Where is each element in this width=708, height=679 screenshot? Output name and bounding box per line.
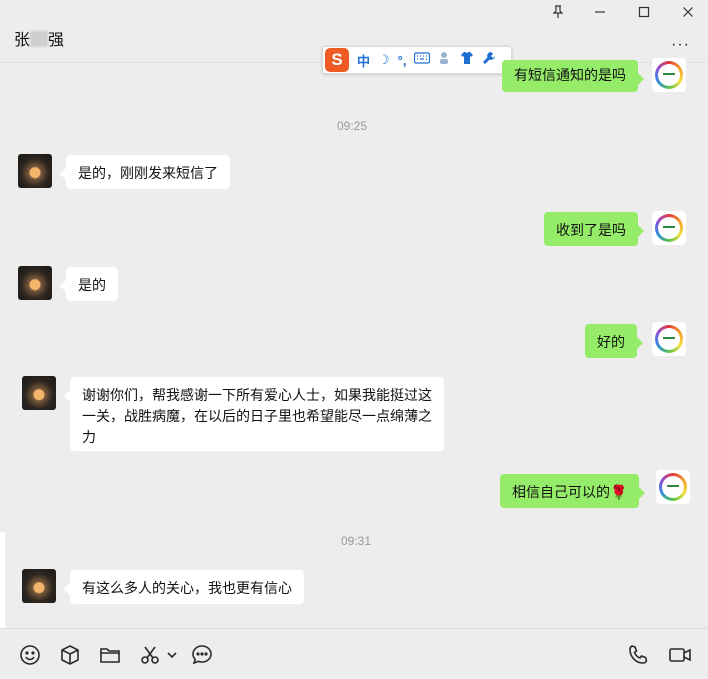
message-bubble-outgoing[interactable]: 相信自己可以的🌹 [500,474,646,508]
shirt-icon[interactable] [460,51,474,70]
wrench-icon[interactable] [482,51,496,70]
input-toolbar [0,628,708,679]
my-avatar[interactable] [652,211,686,245]
folder-icon[interactable] [98,643,122,667]
message-bubble-incoming[interactable]: 有这么多人的关心，我也更有信心 [64,570,304,604]
emoji-icon[interactable] [18,643,42,667]
message-bubble-incoming[interactable]: 谢谢你们，帮我感谢一下所有爱心人士，如果我能挺过这一关，战胜病魔，在以后的日子里… [64,377,444,451]
punctuation-toggle[interactable]: °, [398,53,407,68]
video-icon[interactable] [668,643,692,667]
person-icon[interactable] [438,51,452,70]
message-bubble-incoming[interactable]: 是的 [60,267,118,301]
redacted-name-part [30,31,49,47]
message-bubble-outgoing[interactable]: 有短信通知的是吗 [502,60,644,92]
sogou-logo[interactable]: S [325,48,349,72]
rose-emoji: 🌹 [610,484,628,500]
contact-avatar[interactable] [18,154,52,188]
contact-avatar[interactable] [22,569,56,603]
minimize-icon[interactable] [592,4,608,20]
phone-icon[interactable] [626,643,650,667]
message-bubble-outgoing[interactable]: 好的 [585,324,643,358]
chat-title-prefix: 张 [14,32,31,49]
close-icon[interactable] [680,4,696,20]
message-bubble-incoming[interactable]: 是的，刚刚发来短信了 [60,155,230,189]
my-avatar[interactable] [652,322,686,356]
my-avatar[interactable] [652,58,686,92]
left-edge-strip [0,532,5,628]
timestamp: 09:31 [341,534,372,548]
chevron-down-icon[interactable] [164,643,180,667]
keyboard-icon[interactable] [414,51,431,69]
contact-avatar[interactable] [22,376,56,410]
chat-title: 张强 [14,26,64,50]
chat-history-icon[interactable] [190,643,214,667]
timestamp: 09:25 [337,119,368,133]
more-options-button[interactable]: ··· [671,36,690,54]
my-avatar[interactable] [656,470,690,504]
chat-title-suffix: 强 [48,32,65,49]
moon-icon[interactable]: ☽ [378,52,390,68]
maximize-icon[interactable] [636,4,652,20]
contact-avatar[interactable] [18,266,52,300]
box-icon[interactable] [58,643,82,667]
message-bubble-outgoing[interactable]: 收到了是吗 [544,212,644,246]
ime-toolbar: S 中 ☽ °, [322,46,512,74]
input-mode-toggle[interactable]: 中 [357,51,370,70]
scissors-icon[interactable] [138,643,162,667]
message-text: 相信自己可以的 [512,484,610,500]
pin-icon[interactable] [550,4,566,20]
